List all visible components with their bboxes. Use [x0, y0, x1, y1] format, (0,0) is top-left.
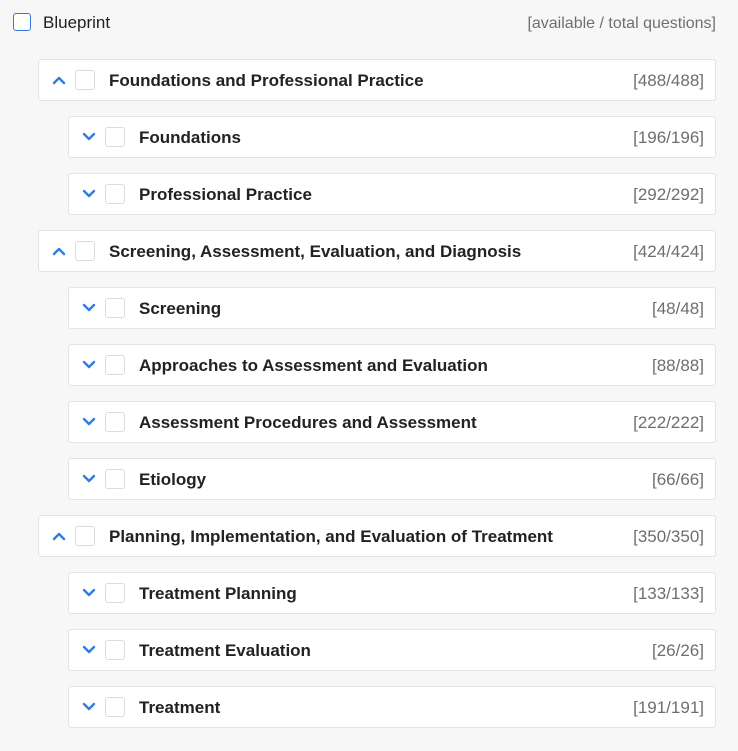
subcategory-checkbox[interactable] — [105, 355, 125, 375]
category-label: Screening, Assessment, Evaluation, and D… — [109, 242, 522, 261]
category-checkbox[interactable] — [75, 241, 95, 261]
subcategory-label: Treatment — [139, 698, 221, 717]
category-label: Foundations and Professional Practice — [109, 71, 424, 90]
available-total-caption: [available / total questions] — [527, 15, 716, 32]
chevron-up-icon[interactable] — [51, 71, 67, 89]
chevron-down-icon[interactable] — [81, 128, 97, 146]
question-count: [66/66] — [652, 470, 704, 489]
blueprint-checkbox[interactable] — [13, 13, 31, 31]
subcategory-row[interactable]: Assessment Procedures and Assessment [222… — [68, 401, 716, 443]
blueprint-tree: Foundations and Professional Practice [48… — [0, 59, 738, 743]
blueprint-title: Blueprint — [43, 13, 111, 32]
chevron-down-icon[interactable] — [81, 299, 97, 317]
question-count: [196/196] — [633, 128, 704, 147]
subcategory-row[interactable]: Professional Practice [292/292] — [68, 173, 716, 215]
chevron-down-icon[interactable] — [81, 698, 97, 716]
category-label: Planning, Implementation, and Evaluation… — [109, 527, 553, 546]
subcategory-label: Etiology — [139, 470, 207, 489]
subcategory-label: Assessment Procedures and Assessment — [139, 413, 477, 432]
category-checkbox[interactable] — [75, 70, 95, 90]
chevron-up-icon[interactable] — [51, 242, 67, 260]
question-count: [488/488] — [633, 71, 704, 90]
subcategory-label: Treatment Evaluation — [139, 641, 311, 660]
subcategory-checkbox[interactable] — [105, 697, 125, 717]
subcategory-checkbox[interactable] — [105, 469, 125, 489]
question-count: [48/48] — [652, 299, 704, 318]
subcategory-checkbox[interactable] — [105, 298, 125, 318]
subcategory-row[interactable]: Treatment Evaluation [26/26] — [68, 629, 716, 671]
question-count: [133/133] — [633, 584, 704, 603]
chevron-down-icon[interactable] — [81, 413, 97, 431]
chevron-down-icon[interactable] — [81, 641, 97, 659]
subcategory-row[interactable]: Approaches to Assessment and Evaluation [… — [68, 344, 716, 386]
subcategory-checkbox[interactable] — [105, 184, 125, 204]
subcategory-label: Approaches to Assessment and Evaluation — [139, 356, 488, 375]
subcategory-checkbox[interactable] — [105, 127, 125, 147]
subcategory-row[interactable]: Treatment [191/191] — [68, 686, 716, 728]
chevron-down-icon[interactable] — [81, 356, 97, 374]
category-row[interactable]: Screening, Assessment, Evaluation, and D… — [38, 230, 716, 272]
subcategory-checkbox[interactable] — [105, 640, 125, 660]
category-row[interactable]: Foundations and Professional Practice [48… — [38, 59, 716, 101]
subcategory-label: Foundations — [139, 128, 241, 147]
subcategory-checkbox[interactable] — [105, 412, 125, 432]
subcategory-checkbox[interactable] — [105, 583, 125, 603]
blueprint-root-row[interactable]: Blueprint [available / total questions] — [0, 0, 738, 46]
category-checkbox[interactable] — [75, 526, 95, 546]
question-count: [191/191] — [633, 698, 704, 717]
subcategory-row[interactable]: Screening [48/48] — [68, 287, 716, 329]
subcategory-label: Screening — [139, 299, 222, 318]
question-count: [350/350] — [633, 527, 704, 546]
chevron-down-icon[interactable] — [81, 470, 97, 488]
question-count: [292/292] — [633, 185, 704, 204]
subcategory-row[interactable]: Etiology [66/66] — [68, 458, 716, 500]
question-count: [26/26] — [652, 641, 704, 660]
question-count: [88/88] — [652, 356, 704, 375]
chevron-up-icon[interactable] — [51, 527, 67, 545]
chevron-down-icon[interactable] — [81, 584, 97, 602]
chevron-down-icon[interactable] — [81, 185, 97, 203]
subcategory-label: Treatment Planning — [139, 584, 297, 603]
subcategory-row[interactable]: Foundations [196/196] — [68, 116, 716, 158]
subcategory-row[interactable]: Treatment Planning [133/133] — [68, 572, 716, 614]
question-count: [222/222] — [633, 413, 704, 432]
subcategory-label: Professional Practice — [139, 185, 312, 204]
question-count: [424/424] — [633, 242, 704, 261]
category-row[interactable]: Planning, Implementation, and Evaluation… — [38, 515, 716, 557]
